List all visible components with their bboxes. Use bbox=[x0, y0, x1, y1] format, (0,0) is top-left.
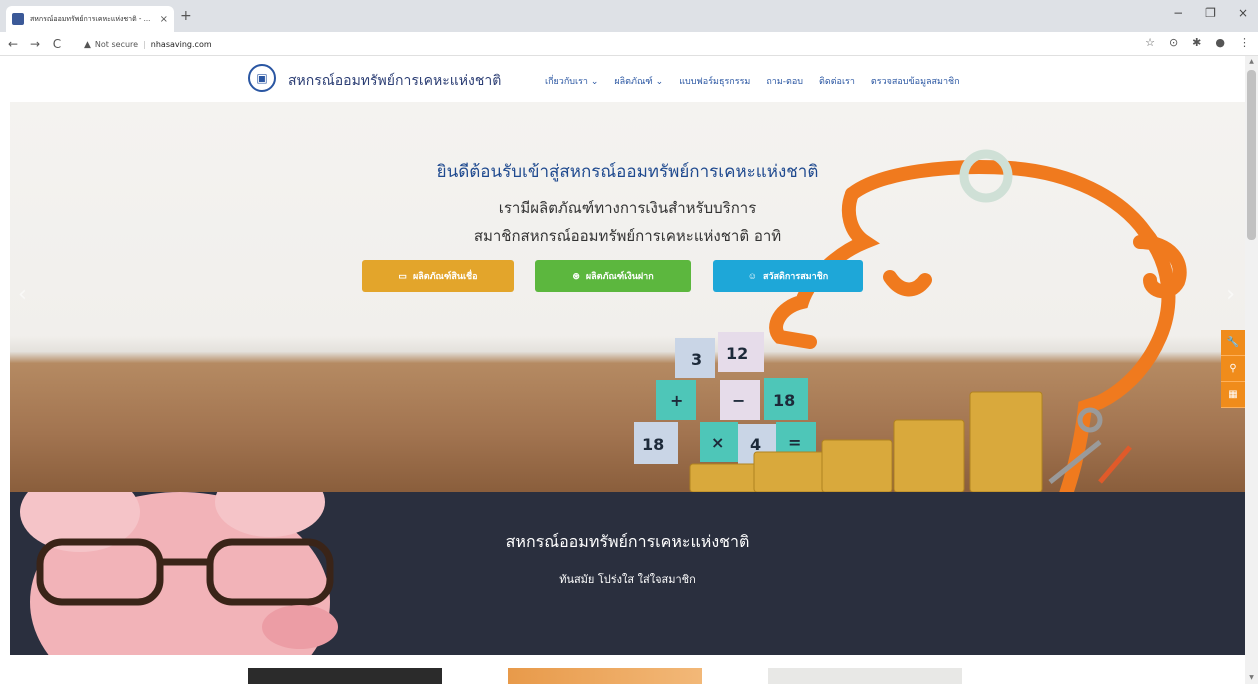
back-button[interactable]: ← bbox=[4, 37, 22, 51]
wrench-icon[interactable]: 🔧 bbox=[1221, 330, 1245, 356]
security-label[interactable]: Not secure bbox=[95, 40, 138, 49]
nav-products[interactable]: ผลิตภัณฑ์ ⌄ bbox=[614, 74, 663, 88]
bookmark-star-icon[interactable]: ☆ bbox=[1145, 36, 1155, 49]
browser-toolbar: ← → C ▲ Not secure | nhasaving.com ☆ ⊙ ✱… bbox=[0, 32, 1258, 56]
hero-banner: 3 12 + − 18 18 × 4 = ยินดีต้อนรับเข้าสู่… bbox=[10, 102, 1245, 492]
math-block-label: − bbox=[732, 391, 745, 410]
forward-button[interactable]: → bbox=[26, 37, 44, 51]
warning-icon[interactable]: ▲ bbox=[84, 40, 91, 50]
coin-stack bbox=[969, 391, 1043, 492]
site-brand[interactable]: สหกรณ์ออมทรัพย์การเคหะแห่งชาติ bbox=[288, 70, 501, 92]
minimize-button[interactable]: − bbox=[1173, 6, 1183, 20]
slider-prev-arrow-icon[interactable]: ‹ bbox=[18, 282, 27, 307]
deposit-products-label: ผลิตภัณฑ์เงินฝาก bbox=[585, 271, 654, 281]
math-block-label: 3 bbox=[691, 350, 702, 369]
site-header: ▣ สหกรณ์ออมทรัพย์การเคหะแห่งชาติ เกี่ยวก… bbox=[0, 56, 1245, 102]
math-block-label: × bbox=[711, 433, 724, 452]
band-title: สหกรณ์ออมทรัพย์การเคหะแห่งชาติ bbox=[505, 532, 750, 551]
page-scrollbar[interactable]: ▲ ▼ bbox=[1245, 56, 1258, 684]
coin-icon: ⊛ bbox=[572, 270, 580, 281]
scroll-up-arrow-icon[interactable]: ▲ bbox=[1245, 56, 1258, 68]
hero-subtitle-line1: เรามีผลิตภัณฑ์ทางการเงินสำหรับบริการ bbox=[498, 199, 757, 217]
nav-member-check[interactable]: ตรวจสอบข้อมูลสมาชิก bbox=[871, 74, 960, 88]
coin-stack bbox=[821, 439, 893, 492]
math-block-label: 18 bbox=[773, 391, 795, 410]
url-text[interactable]: nhasaving.com bbox=[151, 40, 212, 49]
browser-menu-icon[interactable]: ⋮ bbox=[1239, 36, 1250, 49]
extensions-puzzle-icon[interactable]: ✱ bbox=[1192, 36, 1201, 49]
tab-close-icon[interactable]: × bbox=[160, 14, 168, 25]
nav-faq[interactable]: ถาม-ตอบ bbox=[766, 74, 803, 88]
address-bar[interactable]: ▲ Not secure | nhasaving.com bbox=[84, 36, 212, 53]
smile-icon: ☺ bbox=[747, 271, 757, 281]
profile-icon[interactable]: ● bbox=[1215, 36, 1225, 49]
feature-card[interactable] bbox=[508, 668, 702, 684]
coin-stack bbox=[689, 463, 759, 492]
slogan-band: สหกรณ์ออมทรัพย์การเคหะแห่งชาติ ทันสมัย โ… bbox=[10, 492, 1245, 655]
deposit-products-button[interactable]: ⊛ ผลิตภัณฑ์เงินฝาก bbox=[535, 260, 691, 292]
side-floating-widgets: 🔧 ⚲ ▦ bbox=[1221, 330, 1245, 408]
main-nav: เกี่ยวกับเรา ⌄ ผลิตภัณฑ์ ⌄ แบบฟอร์มธุรกร… bbox=[545, 74, 960, 88]
math-blocks: 3 12 + − 18 18 × 4 = bbox=[634, 332, 816, 464]
loan-products-button[interactable]: ▭ ผลิตภัณฑ์สินเชื่อ bbox=[362, 260, 514, 292]
new-tab-button[interactable]: + bbox=[180, 8, 192, 24]
hero-title: ยินดีต้อนรับเข้าสู่สหกรณ์ออมทรัพย์การเคห… bbox=[436, 162, 819, 182]
restore-button[interactable]: ❐ bbox=[1205, 6, 1216, 20]
math-block-label: 18 bbox=[642, 435, 664, 454]
browser-tab[interactable]: สหกรณ์ออมทรัพย์การเคหะแห่งชาติ - ... × bbox=[6, 6, 174, 32]
pin-icon[interactable]: ⚲ bbox=[1221, 356, 1245, 382]
site-favicon-icon bbox=[12, 13, 24, 25]
extension-icon[interactable]: ⊙ bbox=[1169, 36, 1178, 49]
slider-next-arrow-icon[interactable]: › bbox=[1226, 282, 1235, 307]
band-subtitle: ทันสมัย โปร่งใส ใส่ใจสมาชิก bbox=[559, 573, 696, 586]
math-block-label: 12 bbox=[726, 344, 748, 363]
loan-products-label: ผลิตภัณฑ์สินเชื่อ bbox=[412, 271, 478, 281]
credit-card-icon: ▭ bbox=[398, 270, 407, 281]
nav-forms[interactable]: แบบฟอร์มธุรกรรม bbox=[679, 74, 750, 88]
nav-contact[interactable]: ติดต่อเรา bbox=[819, 74, 855, 88]
member-welfare-label: สวัสดิการสมาชิก bbox=[762, 271, 829, 281]
coin-stack bbox=[753, 451, 825, 492]
math-block-label: + bbox=[670, 391, 683, 410]
math-block-label: 4 bbox=[750, 435, 761, 454]
scroll-down-arrow-icon[interactable]: ▼ bbox=[1245, 672, 1258, 684]
feature-card[interactable] bbox=[248, 668, 442, 684]
member-welfare-button[interactable]: ☺ สวัสดิการสมาชิก bbox=[713, 260, 863, 292]
feature-cards-row bbox=[0, 668, 1245, 684]
cooperative-logo-icon[interactable]: ▣ bbox=[248, 64, 276, 92]
address-separator: | bbox=[143, 40, 146, 49]
scrollbar-thumb[interactable] bbox=[1247, 70, 1256, 240]
coin-stack bbox=[893, 419, 965, 492]
grid-icon[interactable]: ▦ bbox=[1221, 382, 1245, 408]
reload-button[interactable]: C bbox=[48, 37, 66, 51]
toolbar-actions: ☆ ⊙ ✱ ● ⋮ bbox=[1145, 36, 1250, 49]
feature-card[interactable] bbox=[768, 668, 962, 684]
browser-tabstrip: สหกรณ์ออมทรัพย์การเคหะแห่งชาติ - ... × +… bbox=[0, 0, 1258, 32]
close-window-button[interactable]: × bbox=[1238, 6, 1248, 20]
hero-subtitle-line2: สมาชิกสหกรณ์ออมทรัพย์การเคหะแห่งชาติ อาท… bbox=[473, 227, 782, 245]
window-controls: − ❐ × bbox=[1173, 6, 1248, 20]
nav-about[interactable]: เกี่ยวกับเรา ⌄ bbox=[545, 74, 598, 88]
tab-title: สหกรณ์ออมทรัพย์การเคหะแห่งชาติ - ... bbox=[30, 14, 151, 23]
math-block-label: = bbox=[788, 433, 801, 452]
